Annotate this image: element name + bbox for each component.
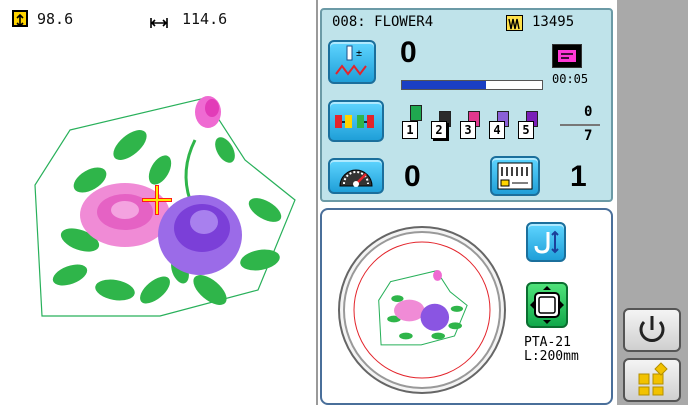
head-count: 1: [570, 160, 587, 193]
stitch-forward-back-button[interactable]: ±: [328, 40, 376, 84]
needle-spool-1: 1: [402, 105, 428, 145]
needle-number: 5: [518, 121, 534, 139]
speed-value: 0: [404, 160, 421, 193]
needle-stitch-icon: ±: [335, 45, 367, 76]
spool-icon: [410, 105, 422, 121]
frame-type: PTA-21: [524, 335, 571, 350]
frame-preview-panel: PTA-21 L:200mm: [320, 208, 613, 405]
stitch-info-panel: 008: FLOWER4 13495 ± 0 00:05 12345 0 7 0…: [320, 8, 613, 202]
frame-move-button[interactable]: [526, 222, 566, 262]
frame-size: L:200mm: [524, 349, 579, 364]
stitch-progress-bar: [401, 80, 543, 90]
needle-number: 3: [460, 121, 476, 139]
current-color-index: 0: [584, 104, 593, 120]
speedometer-icon: [339, 169, 373, 187]
embroidery-head-icon: [497, 162, 533, 190]
vertical-size-icon: [12, 10, 28, 28]
speed-button[interactable]: [328, 158, 384, 194]
needle-spool-2: 2: [431, 105, 457, 145]
menu-grid-icon: [638, 362, 668, 396]
embroidery-design: [34, 96, 296, 317]
stitch-position: 0: [400, 36, 417, 69]
color-change-button[interactable]: [328, 100, 384, 142]
fraction-divider: [560, 124, 600, 126]
needle-spool-3: 3: [460, 105, 486, 145]
needle-spool-row: 12345: [402, 105, 552, 145]
needle-spool-5: 5: [518, 105, 544, 145]
design-height: 98.6: [37, 10, 74, 28]
needle-number: 4: [489, 121, 505, 139]
elapsed-time: 00:05: [552, 72, 589, 86]
side-toolbar: [617, 0, 688, 405]
head-setting-button[interactable]: [490, 156, 540, 196]
frame-move-icon: [534, 230, 559, 254]
embroidery-frame-icon: [530, 286, 564, 324]
design-name: 008: FLOWER4: [332, 14, 434, 30]
power-icon: [639, 316, 665, 342]
design-width: 114.6: [182, 10, 228, 28]
thread-trim-icon: [552, 44, 582, 68]
horizontal-size-icon: [150, 14, 168, 28]
frame-select-button[interactable]: [526, 282, 568, 328]
needle-spool-4: 4: [489, 105, 515, 145]
thread-spools-icon: [335, 115, 374, 128]
progress-fill: [402, 81, 486, 89]
total-colors: 7: [584, 128, 593, 144]
stitch-count-icon: [506, 15, 523, 31]
design-canvas[interactable]: 98.6 114.6: [0, 0, 318, 405]
total-stitch-count: 13495: [532, 14, 575, 30]
hoop-preview: [338, 226, 506, 394]
menu-button[interactable]: [623, 358, 681, 402]
power-button[interactable]: [623, 308, 681, 352]
svg-text:±: ±: [356, 48, 362, 59]
needle-number: 2: [431, 121, 447, 139]
needle-number: 1: [402, 121, 418, 139]
